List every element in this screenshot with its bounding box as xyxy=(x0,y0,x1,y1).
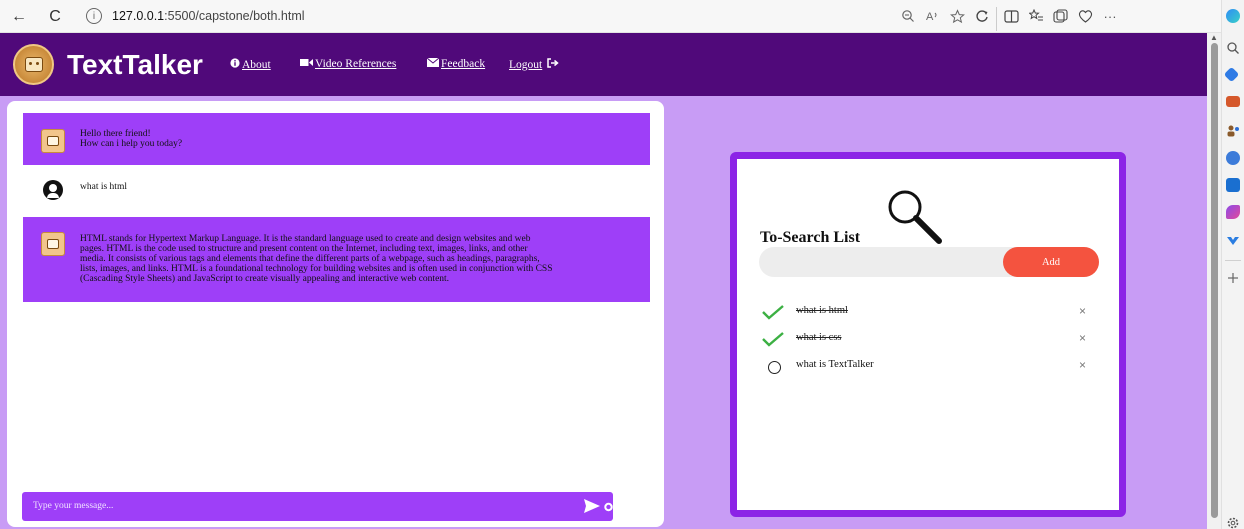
todo-item[interactable]: what is css × xyxy=(761,328,1093,350)
message-line: media. It consists of various tags and e… xyxy=(80,254,540,264)
message-text: what is html xyxy=(80,182,127,192)
nav-video-references-label: Video References xyxy=(315,58,397,70)
settings-gear-icon[interactable] xyxy=(1226,516,1240,529)
split-screen-icon[interactable] xyxy=(999,4,1024,28)
refresh-icon[interactable]: C xyxy=(42,4,68,30)
nav-video-references[interactable]: Video References xyxy=(300,58,396,70)
check-icon[interactable] xyxy=(761,303,785,321)
read-aloud-icon[interactable]: A xyxy=(921,4,946,28)
url-host: 127.0.0.1 xyxy=(112,9,165,23)
nav-feedback[interactable]: Feedback xyxy=(426,57,486,70)
chat-input-placeholder: Type your message... xyxy=(33,501,114,511)
delete-icon[interactable]: × xyxy=(1079,331,1086,345)
bot-avatar-icon xyxy=(41,129,65,153)
nav-about[interactable]: About xyxy=(230,58,271,71)
site-info-icon[interactable]: i xyxy=(86,8,102,24)
svg-text:A: A xyxy=(926,11,934,23)
extension-refresh-icon[interactable] xyxy=(970,4,995,28)
nav-logout[interactable]: Logout xyxy=(509,58,561,71)
tools-icon[interactable] xyxy=(1226,96,1240,107)
chat-message-bot: HTML stands for Hypertext Markup Languag… xyxy=(23,217,650,302)
message-line: HTML stands for Hypertext Markup Languag… xyxy=(80,234,531,244)
outlook-icon[interactable] xyxy=(1226,178,1240,192)
page-scrollbar[interactable]: ▲ xyxy=(1207,33,1221,529)
designer-icon[interactable] xyxy=(1226,205,1240,219)
favorites-list-icon[interactable] xyxy=(1024,4,1049,28)
video-camera-icon xyxy=(300,58,313,70)
message-line: (Cascading Style Sheets) and JavaScript … xyxy=(80,274,450,284)
delete-icon[interactable]: × xyxy=(1079,304,1086,318)
message-line: pages. HTML is the code used to structur… xyxy=(80,244,528,254)
chat-message-user: what is html xyxy=(23,173,650,203)
todo-item[interactable]: what is TextTalker × xyxy=(761,355,1093,377)
todo-title: To-Search List xyxy=(760,229,861,246)
message-line: How can i help you today? xyxy=(80,139,183,149)
chat-input[interactable]: Type your message... xyxy=(22,492,626,521)
check-icon[interactable] xyxy=(761,330,785,348)
info-circle-icon xyxy=(230,58,240,71)
favorite-star-icon[interactable] xyxy=(945,4,970,28)
message-line: lists, images, and links. HTML is a foun… xyxy=(80,264,553,274)
to-search-panel: To-Search List Add what is html × what i… xyxy=(730,152,1126,517)
chat-message-bot: Hello there friend! How can i help you t… xyxy=(23,113,650,165)
envelope-icon xyxy=(426,57,440,70)
nav-about-label: About xyxy=(242,58,271,71)
todo-item-text: what is html xyxy=(796,305,848,316)
magnifier-icon xyxy=(885,187,947,249)
chat-panel: Hello there friend! How can i help you t… xyxy=(7,101,664,527)
address-bar[interactable]: i 127.0.0.1:5500/capstone/both.html xyxy=(86,4,886,28)
shopping-tag-icon[interactable] xyxy=(1223,66,1240,83)
todo-item-text: what is TextTalker xyxy=(796,359,874,370)
nav-logout-label: Logout xyxy=(509,58,543,71)
brand-title: TextTalker xyxy=(67,49,203,80)
todo-item-text: what is css xyxy=(796,332,842,343)
zoom-icon[interactable] xyxy=(896,4,921,28)
scroll-up-arrow-icon[interactable]: ▲ xyxy=(1210,33,1218,42)
message-text: HTML stands for Hypertext Markup Languag… xyxy=(80,234,645,284)
collections-icon[interactable] xyxy=(1049,4,1074,28)
people-icon[interactable] xyxy=(1226,124,1240,138)
robot-icon xyxy=(24,57,43,72)
user-avatar-icon xyxy=(41,179,65,203)
unchecked-circle-icon[interactable] xyxy=(768,361,781,374)
app-header: TextTalker About Video References Feedba… xyxy=(0,33,1207,96)
add-icon[interactable] xyxy=(1226,271,1240,285)
nav-feedback-label: Feedback xyxy=(441,58,486,70)
scroll-thumb[interactable] xyxy=(1211,43,1218,518)
browser-toolbar: ← C i 127.0.0.1:5500/capstone/both.html … xyxy=(0,0,1244,33)
todo-item[interactable]: what is html × xyxy=(761,301,1093,323)
sign-out-icon xyxy=(547,58,559,71)
browser-actions: A ··· xyxy=(896,4,1122,34)
send-icon[interactable] xyxy=(583,498,601,514)
message-line: Hello there friend! xyxy=(80,129,151,139)
copilot-icon[interactable] xyxy=(1226,9,1240,23)
back-icon[interactable]: ← xyxy=(6,4,32,30)
texttalker-logo xyxy=(13,44,54,85)
url-path: :5500/capstone/both.html xyxy=(164,9,305,23)
message-text: Hello there friend! How can i help you t… xyxy=(80,129,182,149)
games-icon[interactable] xyxy=(1226,151,1240,165)
more-options-icon[interactable]: ··· xyxy=(1098,4,1123,28)
delete-icon[interactable]: × xyxy=(1079,358,1086,372)
microphone-icon[interactable] xyxy=(604,498,628,516)
bot-avatar-icon xyxy=(41,232,65,256)
drop-icon[interactable] xyxy=(1226,233,1240,247)
edge-sidebar xyxy=(1221,0,1244,529)
toolbar-separator xyxy=(996,7,998,31)
search-icon[interactable] xyxy=(1226,41,1240,55)
add-button[interactable]: Add xyxy=(1003,247,1099,277)
sidebar-divider xyxy=(1225,260,1241,261)
browser-essentials-icon[interactable] xyxy=(1073,4,1098,28)
